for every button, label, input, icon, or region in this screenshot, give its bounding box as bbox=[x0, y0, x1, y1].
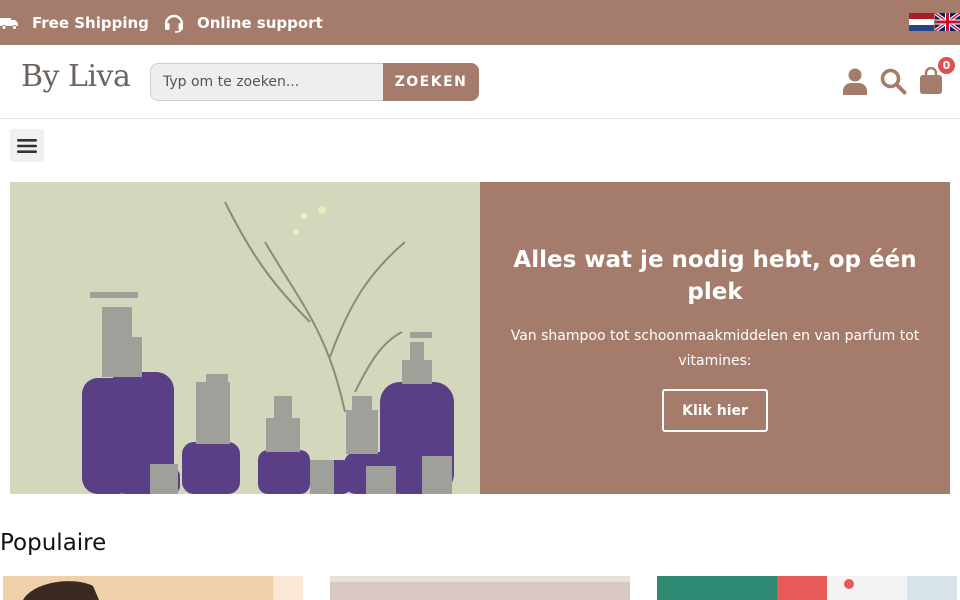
search-button[interactable]: ZOEKEN bbox=[383, 63, 479, 101]
free-shipping: Free Shipping bbox=[0, 0, 149, 45]
truck-icon bbox=[0, 15, 20, 31]
search-form: ZOEKEN bbox=[150, 63, 479, 101]
header-icons: 0 bbox=[841, 57, 955, 97]
section-title-populaire: Populaire bbox=[0, 530, 107, 556]
product-card[interactable] bbox=[3, 576, 303, 600]
product-card[interactable] bbox=[330, 576, 630, 600]
product-card[interactable] bbox=[657, 576, 957, 600]
hero-cta-button[interactable]: Klik hier bbox=[662, 389, 768, 432]
hero-banner: Alles wat je nodig hebt, op één plek Van… bbox=[10, 182, 950, 494]
top-bar: Free Shipping Online support bbox=[0, 0, 960, 45]
headset-icon bbox=[163, 13, 185, 33]
online-support-label: Online support bbox=[197, 13, 323, 32]
shopping-bag-icon[interactable]: 0 bbox=[917, 57, 955, 97]
product-row bbox=[3, 576, 960, 600]
uk-flag[interactable] bbox=[935, 13, 960, 31]
language-switcher bbox=[909, 13, 960, 31]
menu-toggle-button[interactable] bbox=[10, 129, 44, 162]
user-icon[interactable] bbox=[841, 65, 869, 97]
hero-title: Alles wat je nodig hebt, op één plek bbox=[513, 247, 917, 305]
hero-text: Van shampoo tot schoonmaakmiddelen en va… bbox=[510, 328, 920, 369]
online-support[interactable]: Online support bbox=[163, 0, 323, 45]
search-input[interactable] bbox=[150, 63, 383, 101]
logo[interactable]: By Liva bbox=[21, 59, 131, 94]
hero-image bbox=[10, 182, 480, 494]
dutch-flag[interactable] bbox=[909, 13, 934, 31]
cart-count-badge: 0 bbox=[938, 57, 955, 74]
hero-panel: Alles wat je nodig hebt, op één plek Van… bbox=[480, 182, 950, 494]
hamburger-icon bbox=[17, 138, 37, 153]
search-icon[interactable] bbox=[879, 65, 907, 97]
free-shipping-label: Free Shipping bbox=[32, 13, 149, 32]
site-header: By Liva ZOEKEN 0 bbox=[0, 45, 960, 119]
